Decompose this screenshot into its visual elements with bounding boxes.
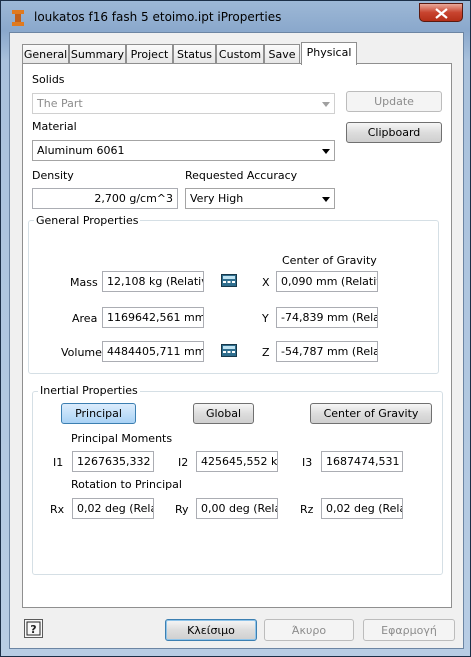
i1-field[interactable]: 1267635,332 kg	[72, 451, 154, 472]
density-label: Density	[32, 169, 74, 182]
help-button[interactable]: ?	[24, 619, 43, 638]
density-field[interactable]: 2,700 g/cm^3	[32, 188, 178, 209]
area-label: Area	[72, 312, 98, 325]
rz-field[interactable]: 0,02 deg (Relat	[321, 498, 403, 519]
close-window-button[interactable]	[419, 3, 463, 22]
principal-moments-title: Principal Moments	[71, 432, 173, 445]
material-dropdown[interactable]: Aluminum 6061	[32, 140, 335, 161]
chevron-down-icon	[322, 102, 330, 107]
tab-status[interactable]: Status	[173, 44, 216, 64]
solids-dropdown[interactable]: The Part	[32, 93, 335, 114]
calculator-icon[interactable]	[221, 274, 237, 287]
global-button[interactable]: Global	[193, 403, 254, 424]
apply-button[interactable]: Εφαρμογή	[363, 619, 455, 641]
update-button[interactable]: Update	[346, 91, 442, 112]
volume-label: Volume	[61, 346, 102, 359]
physical-panel: Solids The Part Update Material Clipboar…	[22, 63, 452, 608]
cog-z-field[interactable]: -54,787 mm (Relativ	[276, 341, 378, 362]
cog-x-field[interactable]: 0,090 mm (Relative	[276, 271, 378, 292]
window-title: loukatos f16 fash 5 etoimo.ipt iProperti…	[34, 10, 282, 24]
cog-y-field[interactable]: -74,839 mm (Relativ	[276, 307, 378, 328]
area-field[interactable]: 1169642,561 mm^2	[102, 307, 204, 328]
chevron-down-icon	[322, 149, 330, 154]
tab-project[interactable]: Project	[126, 44, 173, 64]
title-bar[interactable]: loukatos f16 fash 5 etoimo.ipt iProperti…	[1, 1, 470, 35]
y-label: Y	[262, 312, 269, 325]
inventor-app-icon	[12, 10, 24, 26]
rx-field[interactable]: 0,02 deg (Relat	[72, 498, 154, 519]
close-icon	[435, 8, 448, 19]
clipboard-button[interactable]: Clipboard	[346, 122, 442, 143]
rx-label: Rx	[50, 503, 65, 516]
mass-field[interactable]: 12,108 kg (Relative	[102, 271, 204, 292]
chevron-down-icon	[322, 197, 330, 202]
close-button[interactable]: Κλείσιμο	[165, 619, 257, 641]
rotation-to-principal-title: Rotation to Principal	[71, 478, 182, 491]
z-label: Z	[262, 346, 270, 359]
cancel-button[interactable]: Άκυρο	[264, 619, 354, 641]
help-icon: ?	[26, 621, 41, 636]
center-of-gravity-button[interactable]: Center of Gravity	[310, 403, 432, 424]
i2-field[interactable]: 425645,552 kg	[196, 451, 278, 472]
dialog-client-area: General Summary Project Status Custom Sa…	[9, 32, 464, 649]
ry-field[interactable]: 0,00 deg (Relat	[196, 498, 278, 519]
requested-accuracy-label: Requested Accuracy	[185, 169, 298, 182]
tab-summary[interactable]: Summary	[69, 44, 126, 64]
inertial-properties-title: Inertial Properties	[38, 384, 140, 397]
tab-custom[interactable]: Custom	[216, 44, 264, 64]
general-properties-title: General Properties	[34, 214, 141, 227]
rz-label: Rz	[300, 503, 314, 516]
solids-label: Solids	[32, 73, 65, 86]
accuracy-dropdown[interactable]: Very High	[185, 188, 335, 209]
mass-label: Mass	[70, 276, 98, 289]
tab-save[interactable]: Save	[264, 44, 300, 64]
tab-general[interactable]: General	[22, 44, 69, 64]
x-label: X	[262, 276, 270, 289]
i3-label: I3	[302, 456, 313, 469]
iproperties-window: loukatos f16 fash 5 etoimo.ipt iProperti…	[0, 0, 471, 657]
svg-text:?: ?	[30, 623, 36, 636]
tab-physical[interactable]: Physical	[301, 42, 357, 65]
calculator-icon[interactable]	[221, 344, 237, 357]
volume-field[interactable]: 4484405,711 mm^3	[102, 341, 204, 362]
i2-label: I2	[178, 456, 189, 469]
principal-button[interactable]: Principal	[61, 403, 136, 424]
ry-label: Ry	[175, 503, 189, 516]
i1-label: I1	[53, 456, 64, 469]
material-label: Material	[32, 120, 77, 133]
center-of-gravity-title: Center of Gravity	[282, 254, 377, 267]
i3-field[interactable]: 1687474,531 kg	[321, 451, 403, 472]
